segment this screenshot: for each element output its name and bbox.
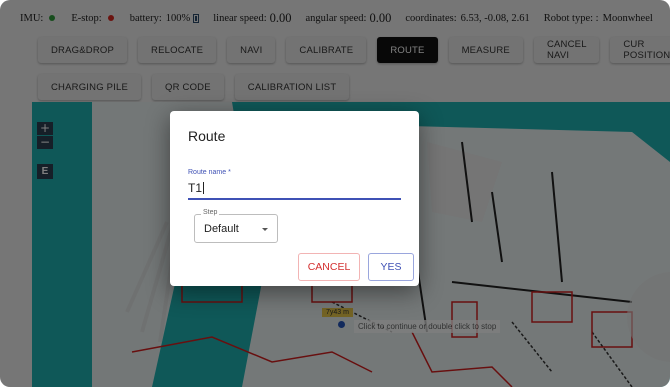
step-value: Default xyxy=(204,223,239,235)
route-name-underline xyxy=(188,198,401,200)
yes-button[interactable]: YES xyxy=(368,253,414,281)
route-name-input[interactable]: T1 xyxy=(188,181,205,195)
app-window: IMU: E-stop: battery: 100% linear speed:… xyxy=(0,0,670,387)
route-name-value: T1 xyxy=(188,181,203,195)
cancel-button[interactable]: CANCEL xyxy=(298,253,360,281)
dropdown-arrow-icon xyxy=(262,228,268,231)
dialog-title: Route xyxy=(188,128,226,144)
step-select[interactable]: Step Default xyxy=(194,209,278,243)
route-name-label: Route name * xyxy=(188,169,231,176)
step-label: Step xyxy=(201,209,220,216)
text-caret xyxy=(203,182,205,194)
route-dialog: Route Route name * T1 Step Default CANCE… xyxy=(170,111,419,286)
